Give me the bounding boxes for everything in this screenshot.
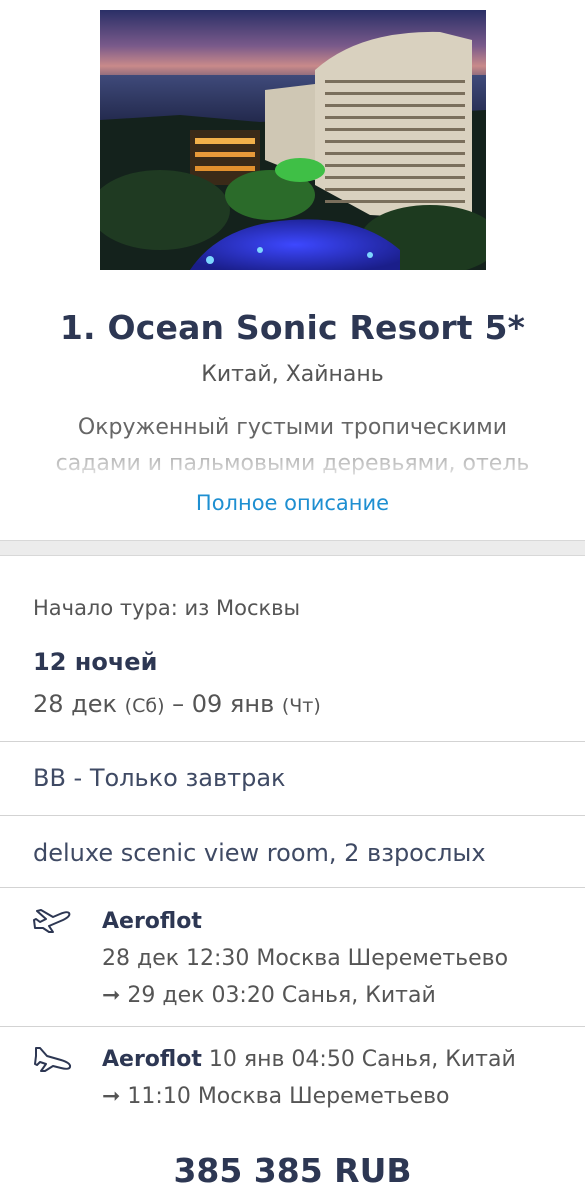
meal-plan: BB - Только завтрак <box>33 764 286 792</box>
return-airline: Aeroflot <box>102 1047 202 1072</box>
outbound-departure: 28 дек 12:30 Москва Шереметьево <box>102 946 509 971</box>
return-arrival: ➞ 11:10 Москва Шереметьево <box>102 1084 450 1109</box>
hotel-photo-illustration <box>100 10 486 270</box>
outbound-airline: Aeroflot <box>102 909 202 934</box>
day-of-week-from: (Сб) <box>124 695 165 717</box>
hotel-location: Китай, Хайнань <box>201 362 384 387</box>
hotel-description: Окруженный густыми тропическими садами и… <box>0 410 585 482</box>
section-separator <box>0 540 585 556</box>
full-description-link[interactable]: Полное описание <box>0 491 585 515</box>
tour-price: 385 385 RUB <box>173 1151 412 1190</box>
tour-nights: 12 ночей <box>33 648 158 676</box>
tour-dates: 28 дек (Сб) – 09 янв (Чт) <box>33 690 321 718</box>
return-departure-info: 10 янв 04:50 Санья, Китай <box>201 1047 516 1072</box>
outbound-arrival: ➞ 29 дек 03:20 Санья, Китай <box>102 983 436 1008</box>
plane-landing-icon <box>33 1044 75 1074</box>
hotel-title[interactable]: 1. Ocean Sonic Resort 5* <box>0 308 585 347</box>
date-from: 28 дек <box>33 690 118 718</box>
divider <box>0 1026 585 1027</box>
divider <box>0 741 585 742</box>
date-dash: – <box>172 690 185 718</box>
day-of-week-to: (Чт) <box>281 695 321 717</box>
tour-card: 1. Ocean Sonic Resort 5* Китай, Хайнань … <box>0 0 585 1200</box>
outbound-flight: Aeroflot 28 дек 12:30 Москва Шереметьево… <box>102 903 508 1014</box>
tour-start: Начало тура: из Москвы <box>33 596 301 620</box>
divider <box>0 887 585 888</box>
date-to: 09 янв <box>191 690 275 718</box>
description-line: Окруженный густыми тропическими <box>77 415 508 440</box>
return-flight: Aeroflot 10 янв 04:50 Санья, Китай ➞ 11:… <box>102 1041 516 1115</box>
divider <box>0 815 585 816</box>
hotel-photo[interactable] <box>100 10 486 270</box>
description-line: садами и пальмовыми деревьями, отель <box>55 451 530 476</box>
room-type: deluxe scenic view room, 2 взрослых <box>33 839 486 867</box>
return-departure: Aeroflot 10 янв 04:50 Санья, Китай <box>102 1041 516 1078</box>
plane-takeoff-icon <box>33 906 75 936</box>
